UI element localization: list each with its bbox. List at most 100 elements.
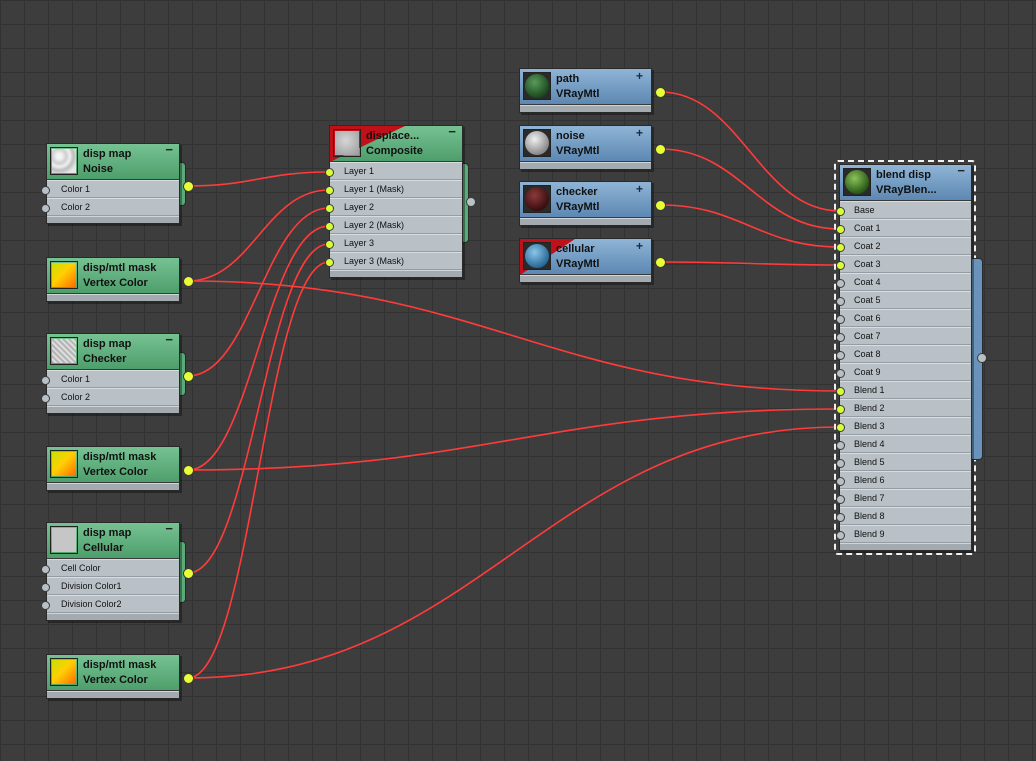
slot-row[interactable]: Cell Color <box>47 559 179 577</box>
input-socket[interactable] <box>40 203 50 213</box>
slot-row[interactable]: Layer 3 (Mask) <box>330 252 462 270</box>
node-header[interactable]: noise VRayMtl + <box>520 126 651 162</box>
input-socket[interactable] <box>835 458 845 468</box>
input-socket[interactable] <box>40 185 50 195</box>
wire-mask1-to-blend[interactable] <box>187 280 841 392</box>
input-socket[interactable] <box>835 494 845 504</box>
input-socket[interactable] <box>324 167 334 177</box>
node-header[interactable]: disp/mtl mask Vertex Color <box>47 655 179 691</box>
slot-row[interactable]: Color 2 <box>47 388 179 406</box>
input-socket[interactable] <box>835 530 845 540</box>
node-header[interactable]: cellular VRayMtl + <box>520 239 651 275</box>
output-socket[interactable] <box>182 672 194 684</box>
node-vraymtl-cellular[interactable]: cellular VRayMtl + <box>519 238 652 283</box>
wire-path-to-blend[interactable] <box>659 91 841 212</box>
node-disp-map-noise[interactable]: disp map Noise − Color 1 Color 2 <box>46 142 180 224</box>
output-socket[interactable] <box>977 353 987 363</box>
slot-row[interactable]: Blend 2 <box>840 399 971 417</box>
node-disp-mtl-mask-2[interactable]: disp/mtl mask Vertex Color <box>46 446 180 491</box>
node-vraymtl-checker[interactable]: checker VRayMtl + <box>519 181 652 226</box>
slot-row[interactable]: Blend 4 <box>840 435 971 453</box>
output-socket[interactable] <box>654 256 666 268</box>
wire-mask1-to-composite[interactable] <box>187 189 330 282</box>
slot-row[interactable]: Coat 9 <box>840 363 971 381</box>
input-socket[interactable] <box>835 206 845 216</box>
collapse-icon[interactable]: − <box>165 332 173 347</box>
input-socket[interactable] <box>835 440 845 450</box>
wire-disp_checker-to-composite[interactable] <box>187 207 330 377</box>
node-vraymtl-noise[interactable]: noise VRayMtl + <box>519 125 652 170</box>
input-socket[interactable] <box>40 375 50 385</box>
input-socket[interactable] <box>835 224 845 234</box>
input-socket[interactable] <box>835 332 845 342</box>
input-socket[interactable] <box>40 564 50 574</box>
output-socket[interactable] <box>654 143 666 155</box>
input-socket[interactable] <box>835 404 845 414</box>
collapse-icon[interactable]: − <box>448 126 456 139</box>
node-header[interactable]: path VRayMtl + <box>520 69 651 105</box>
slot-row[interactable]: Blend 3 <box>840 417 971 435</box>
input-socket[interactable] <box>40 582 50 592</box>
wire-mask2-to-composite[interactable] <box>187 225 330 471</box>
wire-noise-to-blend[interactable] <box>659 148 841 230</box>
input-socket[interactable] <box>40 393 50 403</box>
slot-row[interactable]: Blend 5 <box>840 453 971 471</box>
input-socket[interactable] <box>324 221 334 231</box>
input-socket[interactable] <box>835 296 845 306</box>
node-header[interactable]: disp map Cellular − <box>47 521 179 559</box>
expand-icon[interactable]: + <box>636 69 643 83</box>
slot-row[interactable]: Blend 9 <box>840 525 971 543</box>
input-socket[interactable] <box>835 368 845 378</box>
input-socket[interactable] <box>324 239 334 249</box>
output-socket[interactable] <box>654 86 666 98</box>
wire-mask3-to-blend[interactable] <box>187 426 841 679</box>
node-disp-map-checker[interactable]: disp map Checker − Color 1 Color 2 <box>46 332 180 414</box>
slot-row[interactable]: Blend 7 <box>840 489 971 507</box>
node-header[interactable]: displace... Composite − <box>330 126 462 162</box>
input-socket[interactable] <box>835 386 845 396</box>
input-socket[interactable] <box>835 422 845 432</box>
slot-row[interactable]: Color 2 <box>47 198 179 216</box>
slot-row[interactable]: Color 1 <box>47 370 179 388</box>
wire-checker-to-blend[interactable] <box>659 204 841 248</box>
slot-row[interactable]: Layer 2 <box>330 198 462 216</box>
expand-icon[interactable]: + <box>636 126 643 140</box>
slot-row[interactable]: Coat 2 <box>840 237 971 255</box>
slot-row[interactable]: Division Color2 <box>47 595 179 613</box>
input-socket[interactable] <box>835 242 845 252</box>
slot-row[interactable]: Coat 3 <box>840 255 971 273</box>
slot-row[interactable]: Blend 8 <box>840 507 971 525</box>
input-socket[interactable] <box>835 260 845 270</box>
node-disp-map-cellular[interactable]: disp map Cellular − Cell Color Division … <box>46 521 180 621</box>
node-header[interactable]: checker VRayMtl + <box>520 182 651 218</box>
input-socket[interactable] <box>324 257 334 267</box>
input-socket[interactable] <box>835 350 845 360</box>
input-socket[interactable] <box>835 278 845 288</box>
wire-mask2-to-blend[interactable] <box>187 408 841 471</box>
wire-cellular-to-blend[interactable] <box>659 261 841 266</box>
slot-row[interactable]: Division Color1 <box>47 577 179 595</box>
slot-row[interactable]: Coat 7 <box>840 327 971 345</box>
node-header[interactable]: disp map Checker − <box>47 332 179 370</box>
node-header[interactable]: disp/mtl mask Vertex Color <box>47 258 179 294</box>
slot-row[interactable]: Layer 1 (Mask) <box>330 180 462 198</box>
output-socket[interactable] <box>182 567 194 579</box>
output-socket[interactable] <box>466 197 476 207</box>
output-socket[interactable] <box>182 370 194 382</box>
slot-row[interactable]: Coat 4 <box>840 273 971 291</box>
input-socket[interactable] <box>835 512 845 522</box>
slot-row[interactable]: Base <box>840 201 971 219</box>
input-socket[interactable] <box>835 314 845 324</box>
slot-row[interactable]: Blend 1 <box>840 381 971 399</box>
input-socket[interactable] <box>324 185 334 195</box>
expand-icon[interactable]: + <box>636 182 643 196</box>
slot-row[interactable]: Coat 8 <box>840 345 971 363</box>
slot-row[interactable]: Layer 2 (Mask) <box>330 216 462 234</box>
input-socket[interactable] <box>324 203 334 213</box>
node-vrayblend-blend-disp[interactable]: blend disp VRayBlen... − Base Coat 1 Coat … <box>839 163 972 551</box>
slot-row[interactable]: Coat 1 <box>840 219 971 237</box>
wire-disp_cellular-to-composite[interactable] <box>187 243 330 574</box>
node-header[interactable]: blend disp VRayBlen... − <box>840 163 971 201</box>
slot-row[interactable]: Blend 6 <box>840 471 971 489</box>
slot-row[interactable]: Coat 6 <box>840 309 971 327</box>
